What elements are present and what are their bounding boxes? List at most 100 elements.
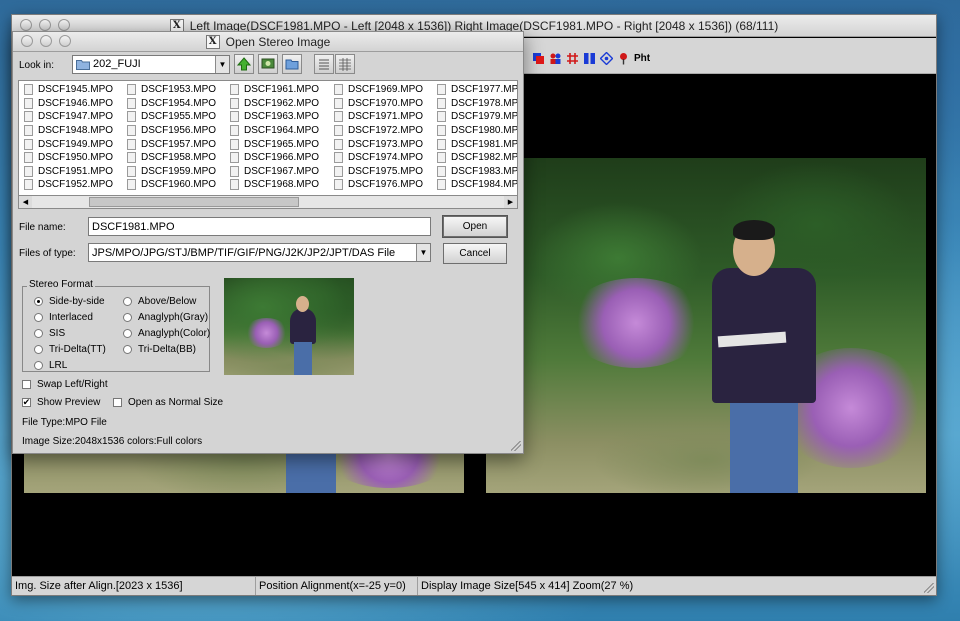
file-icon bbox=[334, 152, 343, 164]
people-icon[interactable] bbox=[549, 52, 562, 65]
file-list-item[interactable]: DSCF1949.MPO bbox=[24, 137, 113, 151]
file-list-item[interactable]: DSCF1974.MPO bbox=[334, 151, 423, 165]
file-list-item[interactable]: DSCF1953.MPO bbox=[127, 83, 216, 97]
list-view-icon bbox=[319, 59, 329, 70]
file-icon bbox=[437, 179, 446, 191]
file-list-item[interactable]: DSCF1962.MPO bbox=[230, 97, 319, 111]
file-list-item[interactable]: DSCF1975.MPO bbox=[334, 165, 423, 179]
file-list-item[interactable]: DSCF1958.MPO bbox=[127, 151, 216, 165]
file-icon bbox=[127, 152, 136, 164]
radio-lrl[interactable]: LRL bbox=[34, 360, 67, 371]
scroll-left-icon[interactable]: ◀ bbox=[19, 196, 32, 208]
file-list-item[interactable]: DSCF1956.MPO bbox=[127, 124, 216, 138]
dialog-resize-grip[interactable] bbox=[511, 441, 521, 451]
file-icon bbox=[24, 97, 33, 109]
file-list-item[interactable]: DSCF1960.MPO bbox=[127, 178, 216, 192]
radio-side-by-side[interactable]: Side-by-side bbox=[34, 296, 105, 307]
dialog-close-button[interactable] bbox=[21, 35, 33, 47]
file-list-item[interactable]: DSCF1964.MPO bbox=[230, 124, 319, 138]
radio-above-below[interactable]: Above/Below bbox=[123, 296, 196, 307]
file-list-item[interactable]: DSCF1970.MPO bbox=[334, 97, 423, 111]
file-list-item[interactable]: DSCF1973.MPO bbox=[334, 137, 423, 151]
pin-icon[interactable] bbox=[617, 52, 630, 65]
window-resize-grip[interactable] bbox=[924, 583, 934, 593]
file-list-item[interactable]: DSCF1979.MPO bbox=[437, 110, 517, 124]
file-list-item[interactable]: DSCF1951.MPO bbox=[24, 165, 113, 179]
pht-button[interactable]: Pht bbox=[634, 53, 650, 64]
file-list-item[interactable]: DSCF1957.MPO bbox=[127, 137, 216, 151]
radio-anaglyph-color-[interactable]: Anaglyph(Color) bbox=[123, 328, 210, 339]
file-icon bbox=[437, 152, 446, 164]
file-list-hscrollbar[interactable]: ◀ ▶ bbox=[18, 195, 518, 209]
radio-tri-delta-bb-[interactable]: Tri-Delta(BB) bbox=[123, 344, 196, 355]
file-icon bbox=[24, 84, 33, 96]
pause-bars-icon[interactable] bbox=[583, 52, 596, 65]
file-list-item[interactable]: DSCF1948.MPO bbox=[24, 124, 113, 138]
radio-interlaced[interactable]: Interlaced bbox=[34, 312, 93, 323]
desktop-icon bbox=[261, 58, 275, 69]
details-view-button[interactable] bbox=[335, 54, 355, 74]
radio-sis[interactable]: SIS bbox=[34, 328, 65, 339]
details-view-icon bbox=[339, 58, 351, 71]
dialog-minimize-button[interactable] bbox=[40, 35, 52, 47]
minimize-window-button[interactable] bbox=[39, 19, 51, 31]
file-list-item[interactable]: DSCF1977.MPO bbox=[437, 83, 517, 97]
show-preview-checkbox[interactable]: ✔ Show Preview bbox=[22, 397, 100, 408]
dialog-zoom-button[interactable] bbox=[59, 35, 71, 47]
file-icon bbox=[334, 84, 343, 96]
close-window-button[interactable] bbox=[20, 19, 32, 31]
open-button[interactable]: Open bbox=[443, 216, 507, 237]
file-list-item[interactable]: DSCF1966.MPO bbox=[230, 151, 319, 165]
file-icon bbox=[24, 152, 33, 164]
grid-icon[interactable] bbox=[566, 52, 579, 65]
file-list-item[interactable]: DSCF1959.MPO bbox=[127, 165, 216, 179]
file-list-item[interactable]: DSCF1978.MPO bbox=[437, 97, 517, 111]
preview-thumbnail bbox=[224, 278, 354, 375]
home-button[interactable] bbox=[258, 54, 278, 74]
file-list-item[interactable]: DSCF1972.MPO bbox=[334, 124, 423, 138]
file-name-input[interactable]: DSCF1981.MPO bbox=[88, 217, 431, 236]
new-folder-button[interactable] bbox=[282, 54, 302, 74]
dialog-titlebar[interactable]: X Open Stereo Image bbox=[13, 32, 523, 52]
red-square-icon[interactable] bbox=[532, 52, 545, 65]
file-list-item[interactable]: DSCF1971.MPO bbox=[334, 110, 423, 124]
file-list-item[interactable]: DSCF1969.MPO bbox=[334, 83, 423, 97]
scroll-thumb[interactable] bbox=[89, 197, 299, 207]
file-list-item[interactable]: DSCF1945.MPO bbox=[24, 83, 113, 97]
file-icon bbox=[24, 125, 33, 137]
swap-left-right-checkbox[interactable]: Swap Left/Right bbox=[22, 379, 108, 390]
file-list-item[interactable]: DSCF1976.MPO bbox=[334, 178, 423, 192]
diamond-arrows-icon[interactable] bbox=[600, 52, 613, 65]
file-list-item[interactable]: DSCF1965.MPO bbox=[230, 137, 319, 151]
file-list[interactable]: DSCF1945.MPO DSCF1946.MPO DSCF1947.MPO DSCF… bbox=[18, 80, 518, 209]
file-list-item[interactable]: DSCF1968.MPO bbox=[230, 178, 319, 192]
scroll-right-icon[interactable]: ▶ bbox=[504, 196, 517, 208]
radio-anaglyph-gray-[interactable]: Anaglyph(Gray) bbox=[123, 312, 208, 323]
file-list-item[interactable]: DSCF1947.MPO bbox=[24, 110, 113, 124]
file-list-item[interactable]: DSCF1954.MPO bbox=[127, 97, 216, 111]
file-list-item[interactable]: DSCF1961.MPO bbox=[230, 83, 319, 97]
look-in-select[interactable]: 202_FUJI ▼ bbox=[72, 54, 230, 74]
look-in-label: Look in: bbox=[19, 60, 55, 71]
up-folder-button[interactable] bbox=[234, 54, 254, 74]
file-list-item[interactable]: DSCF1984.MPO bbox=[437, 178, 517, 192]
file-list-item[interactable]: DSCF1950.MPO bbox=[24, 151, 113, 165]
file-list-item[interactable]: DSCF1952.MPO bbox=[24, 178, 113, 192]
file-list-item[interactable]: DSCF1946.MPO bbox=[24, 97, 113, 111]
files-of-type-select[interactable]: JPS/MPO/JPG/STJ/BMP/TIF/GIF/PNG/J2K/JP2/… bbox=[88, 243, 431, 262]
cancel-button[interactable]: Cancel bbox=[443, 243, 507, 264]
radio-tri-delta-tt-[interactable]: Tri-Delta(TT) bbox=[34, 344, 106, 355]
open-normal-size-checkbox[interactable]: Open as Normal Size bbox=[113, 397, 223, 408]
file-list-item[interactable]: DSCF1955.MPO bbox=[127, 110, 216, 124]
file-list-item[interactable]: DSCF1963.MPO bbox=[230, 110, 319, 124]
file-icon bbox=[230, 84, 239, 96]
file-list-item[interactable]: DSCF1980.MPO bbox=[437, 124, 517, 138]
file-list-item[interactable]: DSCF1967.MPO bbox=[230, 165, 319, 179]
file-list-item[interactable]: DSCF1981.MPO bbox=[437, 137, 517, 151]
zoom-window-button[interactable] bbox=[58, 19, 70, 31]
file-icon bbox=[127, 179, 136, 191]
file-list-item[interactable]: DSCF1983.MPO bbox=[437, 165, 517, 179]
list-view-button[interactable] bbox=[314, 54, 334, 74]
file-icon bbox=[24, 111, 33, 123]
file-list-item[interactable]: DSCF1982.MPO bbox=[437, 151, 517, 165]
